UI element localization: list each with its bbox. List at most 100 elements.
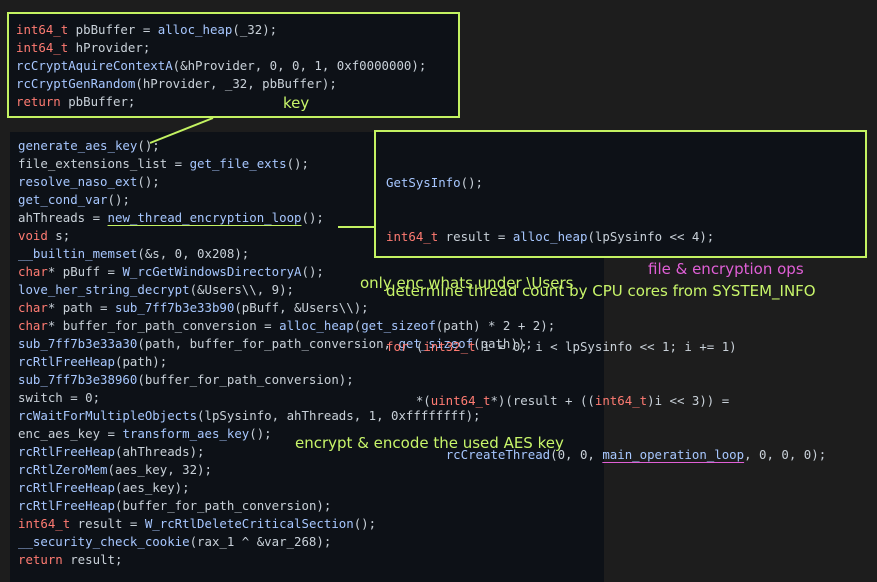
code-function: resolve_naso_ext [18, 174, 138, 189]
code-text: enc_aes_key = [18, 426, 123, 441]
code-text: (); [107, 192, 130, 207]
code-line: __security_check_cookie(rax_1 ^ &var_268… [18, 533, 604, 551]
code-keyword: for [386, 339, 409, 354]
code-function: rcCryptAquireContextA [16, 58, 173, 73]
code-function: W_rcRtlDeleteCriticalSection [144, 516, 354, 531]
code-text: (&Users\\, 9); [189, 282, 295, 297]
code-text: (); [301, 264, 324, 279]
code-keyword: int64_t [18, 516, 71, 531]
code-text: (ahThreads); [114, 444, 205, 459]
code-text: i = 0; i < lpSysinfo << 1; i += 1) [475, 339, 737, 354]
code-text: , 0, 0, 0); [744, 447, 827, 462]
code-keyword: return [16, 94, 61, 109]
code-text: )i << 3)) = [647, 393, 730, 408]
code-text: (lpSysinfo << 4); [587, 229, 715, 244]
code-text: (); [137, 138, 160, 153]
thread-setup-code-box: GetSysInfo(); int64_t result = alloc_hea… [374, 130, 867, 462]
code-line: *(uint64_t*)(result + ((int64_t)i << 3))… [386, 392, 865, 410]
code-line: int64_t hProvider; [16, 39, 458, 57]
code-text: (buffer_for_path_conversion); [137, 372, 354, 387]
code-text: (); [286, 156, 309, 171]
code-line: return pbBuffer; [16, 93, 458, 111]
code-text: (pBuff, &Users\\); [234, 300, 369, 315]
code-text: *( [386, 393, 431, 408]
code-text: * buffer_for_path_conversion = [47, 318, 280, 333]
code-text: (buffer_for_path_conversion); [114, 498, 332, 513]
code-text: (&s, 0, 0x208); [137, 246, 250, 261]
code-text: * pBuff = [47, 264, 123, 279]
code-text: (); [249, 426, 272, 441]
code-line: return result; [18, 551, 604, 569]
code-line: for (int32_t i = 0; i < lpSysinfo << 1; … [386, 338, 865, 356]
code-keyword: void [18, 228, 48, 243]
code-text: (_32); [232, 22, 278, 37]
code-line: int64_t result = W_rcRtlDeleteCriticalSe… [18, 515, 604, 533]
code-line: int64_t result = alloc_heap(lpSysinfo <<… [386, 228, 865, 246]
code-text: result = [70, 516, 145, 531]
code-line: int64_t pbBuffer = alloc_heap(_32); [16, 21, 458, 39]
code-function: GetSysInfo [386, 175, 461, 190]
code-keyword: uint64_t [430, 393, 491, 408]
code-function: alloc_heap [279, 318, 354, 333]
code-text: pbBuffer = [68, 22, 158, 37]
code-keyword: int64_t [594, 393, 648, 408]
encrypt-key-annotation: encrypt & encode the used AES key [295, 434, 564, 452]
code-text: switch = 0; [18, 390, 101, 405]
code-text: (rax_1 ^ &var_268); [189, 534, 332, 549]
code-function: transform_aes_key [122, 426, 250, 441]
code-function: alloc_heap [157, 22, 233, 37]
code-function: rcRtlFreeHeap [18, 498, 115, 513]
code-text: (); [137, 174, 160, 189]
key-annotation: key [283, 94, 310, 112]
code-function: rcRtlFreeHeap [18, 354, 115, 369]
code-keyword: char [18, 318, 48, 333]
code-function: generate_aes_key [18, 138, 138, 153]
code-keyword: char [18, 300, 48, 315]
code-text: result = [438, 229, 513, 244]
key-generation-code: int64_t pbBuffer = alloc_heap(_32); int64… [16, 21, 458, 111]
code-keyword: return [18, 552, 63, 567]
code-function: alloc_heap [512, 229, 588, 244]
code-text: (&hProvider, 0, 0, 1, 0xf0000000); [172, 58, 427, 73]
code-function: rcRtlFreeHeap [18, 444, 115, 459]
users-only-annotation: only enc whats under \Users [360, 274, 574, 292]
key-generation-code-box: int64_t pbBuffer = alloc_heap(_32); int64… [7, 12, 460, 118]
code-text: ahThreads = [18, 210, 108, 225]
code-function: rcWaitForMultipleObjects [18, 408, 198, 423]
code-text: hProvider; [68, 40, 151, 55]
code-text: *)(result + (( [490, 393, 595, 408]
code-function: new_thread_encryption_loop [107, 210, 302, 225]
code-keyword: int64_t [16, 40, 69, 55]
file-encryption-ops-annotation: file & encryption ops [648, 260, 804, 278]
code-text: file_extensions_list = [18, 156, 190, 171]
code-text: (path); [114, 354, 168, 369]
code-text: (aes_key, 32); [107, 462, 212, 477]
code-text: (); [460, 175, 483, 190]
code-text: (hProvider, _32, pbBuffer); [135, 76, 337, 91]
code-text: s; [47, 228, 71, 243]
code-function: sub_7ff7b3e38960 [18, 372, 138, 387]
code-line: GetSysInfo(); [386, 174, 865, 192]
code-function: W_rcGetWindowsDirectoryA [122, 264, 302, 279]
code-keyword: int64_t [16, 22, 69, 37]
code-keyword: int32_t [423, 339, 476, 354]
code-function: love_her_string_decrypt [18, 282, 190, 297]
code-text: ( [408, 339, 424, 354]
code-text: (aes_key); [114, 480, 190, 495]
code-function: __security_check_cookie [18, 534, 190, 549]
code-function: main_operation_loop [602, 447, 745, 462]
code-function: get_file_exts [189, 156, 287, 171]
code-function: get_cond_var [18, 192, 108, 207]
code-keyword: int64_t [386, 229, 439, 244]
code-text: * path = [47, 300, 115, 315]
code-function: rcCryptGenRandom [16, 76, 136, 91]
code-function: __builtin_memset [18, 246, 138, 261]
code-keyword: char [18, 264, 48, 279]
code-text: result; [62, 552, 123, 567]
code-function: rcRtlZeroMem [18, 462, 108, 477]
code-text: pbBuffer; [60, 94, 136, 109]
code-function: sub_7ff7b3e33a30 [18, 336, 138, 351]
code-text: (path, buffer_for_path_conversion, [137, 336, 399, 351]
code-text: (); [301, 210, 324, 225]
code-function: rcRtlFreeHeap [18, 480, 115, 495]
